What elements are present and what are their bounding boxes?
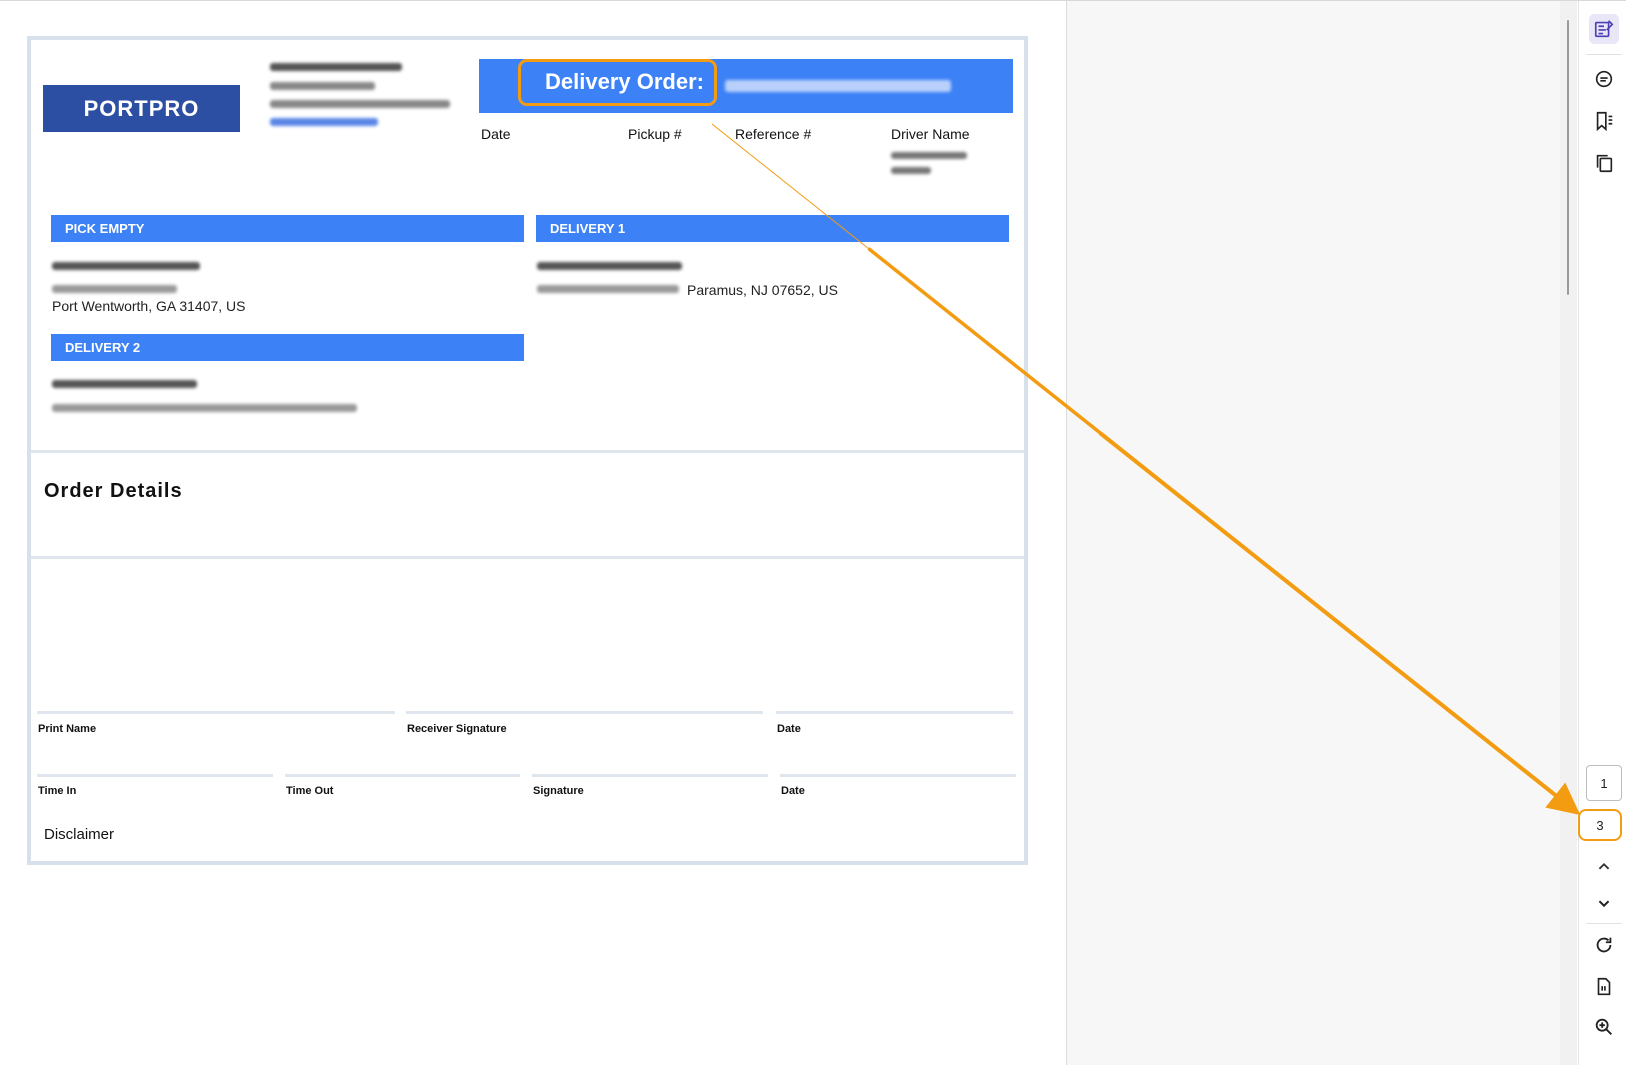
date-line (776, 711, 1013, 714)
section-divider (31, 556, 1024, 559)
redacted-driver-name (891, 167, 931, 174)
date-label: Date (777, 723, 801, 735)
redacted-driver-name (891, 152, 967, 159)
portpro-logo: PORTPRO (43, 85, 240, 132)
section-delivery2-title: DELIVERY 2 (65, 340, 141, 355)
section-pick-empty-header: PICK EMPTY (51, 215, 524, 242)
time-in-label: Time In (38, 785, 77, 797)
column-pickup: Pickup # (628, 126, 682, 142)
page-up-icon[interactable] (1589, 852, 1619, 882)
pick-empty-city: Port Wentworth, GA 31407, US (52, 298, 246, 314)
column-reference: Reference # (735, 126, 812, 142)
copy-pages-icon[interactable] (1589, 148, 1619, 178)
fit-page-icon[interactable] (1589, 972, 1619, 1002)
bookmark-list-icon[interactable] (1589, 106, 1619, 136)
time-in-line (37, 774, 273, 777)
toolbar-separator (1586, 54, 1622, 55)
redacted-delivery1-street (537, 285, 679, 293)
date-line (780, 774, 1016, 777)
redacted-pick-empty-street (52, 285, 177, 293)
signature-label: Signature (533, 785, 584, 797)
date-label: Date (781, 785, 805, 797)
page-1-button[interactable]: 1 (1586, 765, 1622, 801)
section-divider (31, 450, 1024, 453)
print-name-line (37, 711, 395, 714)
redacted-pick-empty-name (52, 262, 200, 270)
viewer-empty-area (1066, 1, 1561, 1065)
redacted-delivery2-address (52, 404, 357, 412)
time-out-line (285, 774, 520, 777)
time-out-label: Time Out (286, 785, 334, 797)
logo-text: PORTPRO (83, 95, 200, 121)
receiver-signature-line (406, 711, 763, 714)
redacted-order-number (725, 80, 951, 92)
page-1-number: 1 (1600, 775, 1608, 791)
column-driver-name: Driver Name (891, 126, 970, 142)
rotate-icon[interactable] (1589, 930, 1619, 960)
section-pick-empty-title: PICK EMPTY (65, 221, 145, 236)
disclaimer-text: Disclaimer (44, 826, 115, 843)
toolbar-separator (1586, 923, 1622, 924)
delivery-order-highlight (518, 59, 717, 106)
redacted-company-address (270, 82, 375, 90)
section-delivery2-header: DELIVERY 2 (51, 334, 524, 361)
redacted-delivery1-name (537, 262, 682, 270)
print-name-label: Print Name (38, 723, 97, 735)
page-down-icon[interactable] (1589, 888, 1619, 918)
comment-icon[interactable] (1589, 64, 1619, 94)
receiver-signature-label: Receiver Signature (407, 723, 507, 735)
redacted-company-name (270, 63, 402, 71)
redacted-delivery2-name (52, 380, 197, 388)
section-delivery1-header: DELIVERY 1 (536, 215, 1009, 242)
scrollbar-thumb[interactable] (1567, 20, 1569, 295)
redacted-company-city (270, 100, 450, 108)
order-details-title: Order Details (44, 480, 183, 502)
current-page-number: 3 (1596, 817, 1604, 833)
signature-line (532, 774, 768, 777)
section-delivery1-title: DELIVERY 1 (550, 221, 626, 236)
current-page-indicator[interactable]: 3 (1578, 809, 1622, 841)
zoom-in-icon[interactable] (1589, 1012, 1619, 1042)
edit-annotate-icon[interactable] (1589, 14, 1619, 44)
redacted-company-phone (270, 118, 378, 126)
column-date: Date (481, 126, 511, 142)
delivery1-city: Paramus, NJ 07652, US (687, 282, 838, 298)
